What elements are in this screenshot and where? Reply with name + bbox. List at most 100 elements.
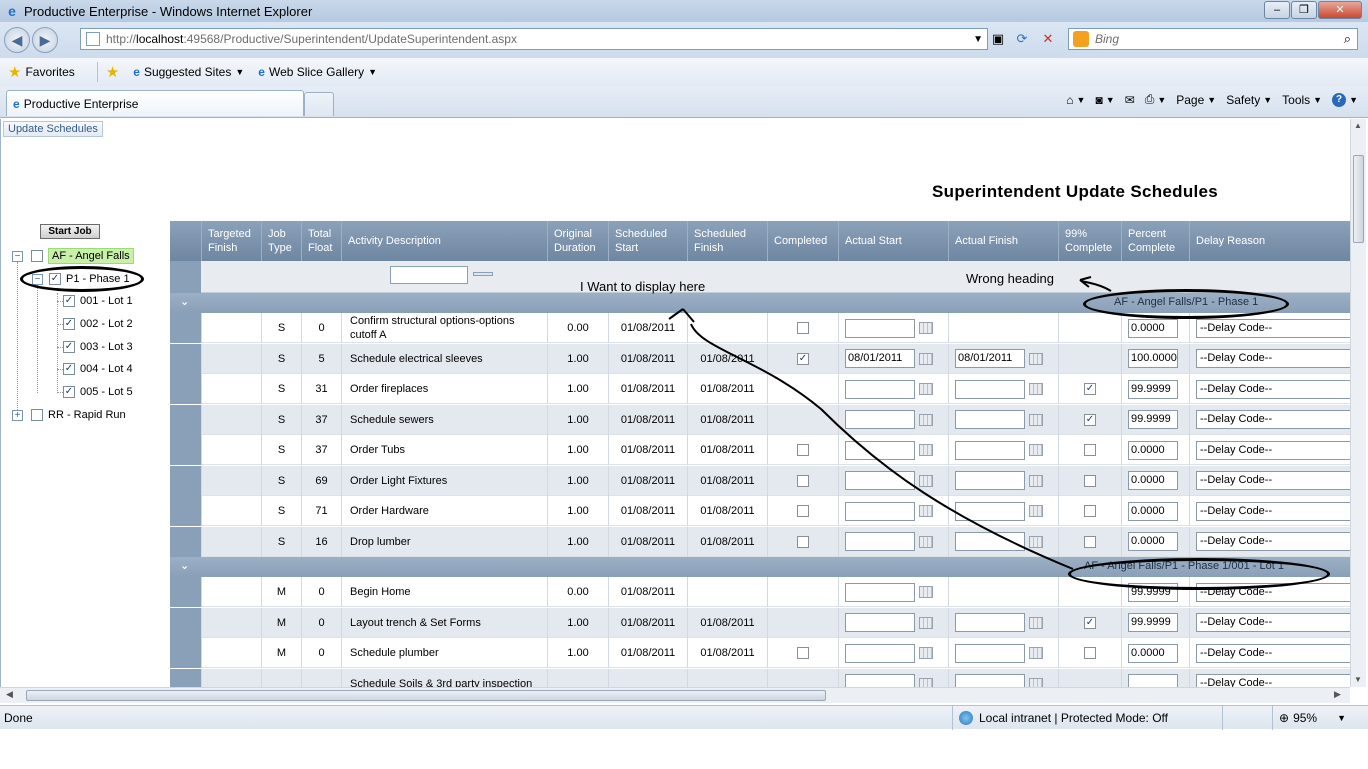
calendar-icon[interactable] xyxy=(1029,647,1043,659)
completed-checkbox[interactable] xyxy=(797,474,809,487)
collapse-icon[interactable]: − xyxy=(12,250,23,262)
web-slice-gallery-button[interactable]: e Web Slice Gallery ▼ xyxy=(258,65,377,79)
print-button[interactable]: ⎙ ▼ xyxy=(1145,92,1167,107)
tree-node-lot-1[interactable]: ✓ 001 - Lot 1 xyxy=(58,292,133,310)
calendar-icon[interactable] xyxy=(919,647,933,659)
favorites-button[interactable]: ★ Favorites xyxy=(0,63,75,81)
status-tools[interactable] xyxy=(1222,706,1272,730)
delay-reason-select[interactable]: --Delay Code-- xyxy=(1196,643,1350,663)
complete-99-checkbox[interactable]: ✓ xyxy=(1084,383,1096,395)
completed-checkbox[interactable]: ✓ xyxy=(797,352,809,365)
calendar-icon[interactable] xyxy=(919,322,933,334)
actual-finish-input[interactable] xyxy=(955,410,1025,429)
actual-start-input[interactable] xyxy=(845,440,915,460)
zoom-control[interactable]: ⊕ 95% ▼ xyxy=(1272,706,1346,730)
tree-checkbox[interactable]: ✓ xyxy=(63,386,75,398)
actual-start-input[interactable] xyxy=(845,471,915,490)
complete-99-checkbox[interactable] xyxy=(1084,474,1096,487)
column-header[interactable]: 99% Complete xyxy=(1058,221,1121,261)
scroll-down-icon[interactable]: ▼ xyxy=(1354,675,1362,684)
actual-finish-input[interactable] xyxy=(955,379,1025,399)
tree-node-lot-4[interactable]: ✓ 004 - Lot 4 xyxy=(58,360,133,378)
calendar-icon[interactable] xyxy=(919,505,933,517)
complete-99-checkbox[interactable] xyxy=(1084,444,1096,456)
vertical-scroll-thumb[interactable] xyxy=(1353,155,1364,243)
calendar-icon[interactable] xyxy=(919,677,933,687)
actual-start-input[interactable] xyxy=(845,318,915,338)
calendar-icon[interactable] xyxy=(919,586,933,598)
actual-start-input[interactable]: 08/01/2011 xyxy=(845,349,915,368)
page-menu[interactable]: Page ▼ xyxy=(1176,93,1216,107)
vertical-scrollbar[interactable]: ▲ ▼ xyxy=(1350,119,1366,687)
delay-reason-select[interactable]: --Delay Code-- xyxy=(1196,674,1350,687)
back-button[interactable]: ◀ xyxy=(4,27,30,53)
tree-node-lot-5[interactable]: ✓ 005 - Lot 5 xyxy=(58,383,133,401)
refresh-icon[interactable]: ⟳ xyxy=(1012,29,1032,49)
calendar-icon[interactable] xyxy=(1029,352,1043,365)
calendar-icon[interactable] xyxy=(1029,677,1043,687)
actual-finish-input[interactable] xyxy=(955,471,1025,490)
actual-finish-input[interactable] xyxy=(955,532,1025,551)
percent-complete-input[interactable]: 0.0000 xyxy=(1128,643,1178,663)
delay-reason-select[interactable]: --Delay Code-- xyxy=(1196,440,1350,460)
percent-complete-input[interactable]: 99.9999 xyxy=(1128,613,1178,632)
compatibility-view-icon[interactable]: ▣ xyxy=(988,29,1008,49)
tree-checkbox[interactable]: ✓ xyxy=(63,341,75,353)
column-header[interactable]: Actual Start xyxy=(838,221,948,261)
column-header[interactable]: Job Type xyxy=(261,221,301,261)
complete-99-checkbox[interactable] xyxy=(1084,505,1096,517)
add-to-favorites-button[interactable]: ★ xyxy=(106,63,119,81)
actual-finish-input[interactable] xyxy=(955,613,1025,632)
actual-finish-input[interactable] xyxy=(955,643,1025,663)
percent-complete-input[interactable]: 100.0000 xyxy=(1128,349,1178,368)
percent-complete-input[interactable]: 0.0000 xyxy=(1128,532,1178,551)
complete-99-checkbox[interactable]: ✓ xyxy=(1084,413,1096,426)
tools-menu[interactable]: Tools ▼ xyxy=(1282,93,1322,107)
complete-99-checkbox[interactable] xyxy=(1084,647,1096,659)
search-input[interactable]: Bing xyxy=(1095,32,1119,46)
calendar-icon[interactable] xyxy=(919,352,933,365)
tree-node-angel-falls[interactable]: − AF - Angel Falls xyxy=(12,247,134,265)
column-header[interactable]: Scheduled Start xyxy=(608,221,687,261)
column-header[interactable]: Completed xyxy=(767,221,838,261)
percent-complete-input[interactable]: 0.0000 xyxy=(1128,501,1178,521)
actual-start-input[interactable] xyxy=(845,532,915,551)
update-schedules-tab[interactable]: Update Schedules xyxy=(3,121,103,137)
scroll-up-icon[interactable]: ▲ xyxy=(1354,121,1362,130)
completed-checkbox[interactable] xyxy=(797,535,809,548)
delay-reason-select[interactable]: --Delay Code-- xyxy=(1196,471,1350,490)
column-header[interactable]: Original Duration xyxy=(547,221,608,261)
new-tab-button[interactable] xyxy=(304,92,334,116)
suggested-sites-button[interactable]: e Suggested Sites ▼ xyxy=(133,65,244,79)
calendar-icon[interactable] xyxy=(1029,616,1043,629)
delay-reason-select[interactable]: --Delay Code-- xyxy=(1196,318,1350,338)
close-button[interactable]: ✕ xyxy=(1318,1,1362,19)
percent-complete-input[interactable]: 99.9999 xyxy=(1128,379,1178,399)
complete-99-checkbox[interactable]: ✓ xyxy=(1084,616,1096,629)
stop-icon[interactable]: ✕ xyxy=(1038,29,1058,49)
group-collapse-icon[interactable]: ⌄ xyxy=(180,559,189,572)
column-header[interactable]: Total Float xyxy=(301,221,341,261)
actual-finish-input[interactable] xyxy=(955,501,1025,521)
tree-checkbox[interactable] xyxy=(31,250,43,262)
percent-complete-input[interactable]: 0.0000 xyxy=(1128,318,1178,338)
tree-checkbox[interactable]: ✓ xyxy=(63,318,75,330)
tab-productive-enterprise[interactable]: e Productive Enterprise xyxy=(6,90,304,116)
column-header[interactable]: Targeted Finish xyxy=(201,221,261,261)
horizontal-scrollbar[interactable]: ◀ ▶ xyxy=(0,687,1350,703)
start-job-button[interactable]: Start Job xyxy=(40,224,100,239)
completed-checkbox[interactable] xyxy=(797,444,809,456)
delay-reason-select[interactable]: --Delay Code-- xyxy=(1196,532,1350,551)
calendar-icon[interactable] xyxy=(1029,474,1043,487)
calendar-icon[interactable] xyxy=(919,444,933,456)
tree-checkbox[interactable] xyxy=(31,409,43,421)
delay-reason-select[interactable]: --Delay Code-- xyxy=(1196,379,1350,399)
completed-checkbox[interactable] xyxy=(797,322,809,334)
actual-start-input[interactable] xyxy=(845,674,915,687)
help-button[interactable]: ? ▼ xyxy=(1332,92,1358,107)
calendar-icon[interactable] xyxy=(1029,535,1043,548)
calendar-icon[interactable] xyxy=(1029,444,1043,456)
mail-button[interactable]: ✉ xyxy=(1125,93,1135,107)
completed-checkbox[interactable] xyxy=(797,505,809,517)
activity-filter-input[interactable] xyxy=(390,266,468,284)
